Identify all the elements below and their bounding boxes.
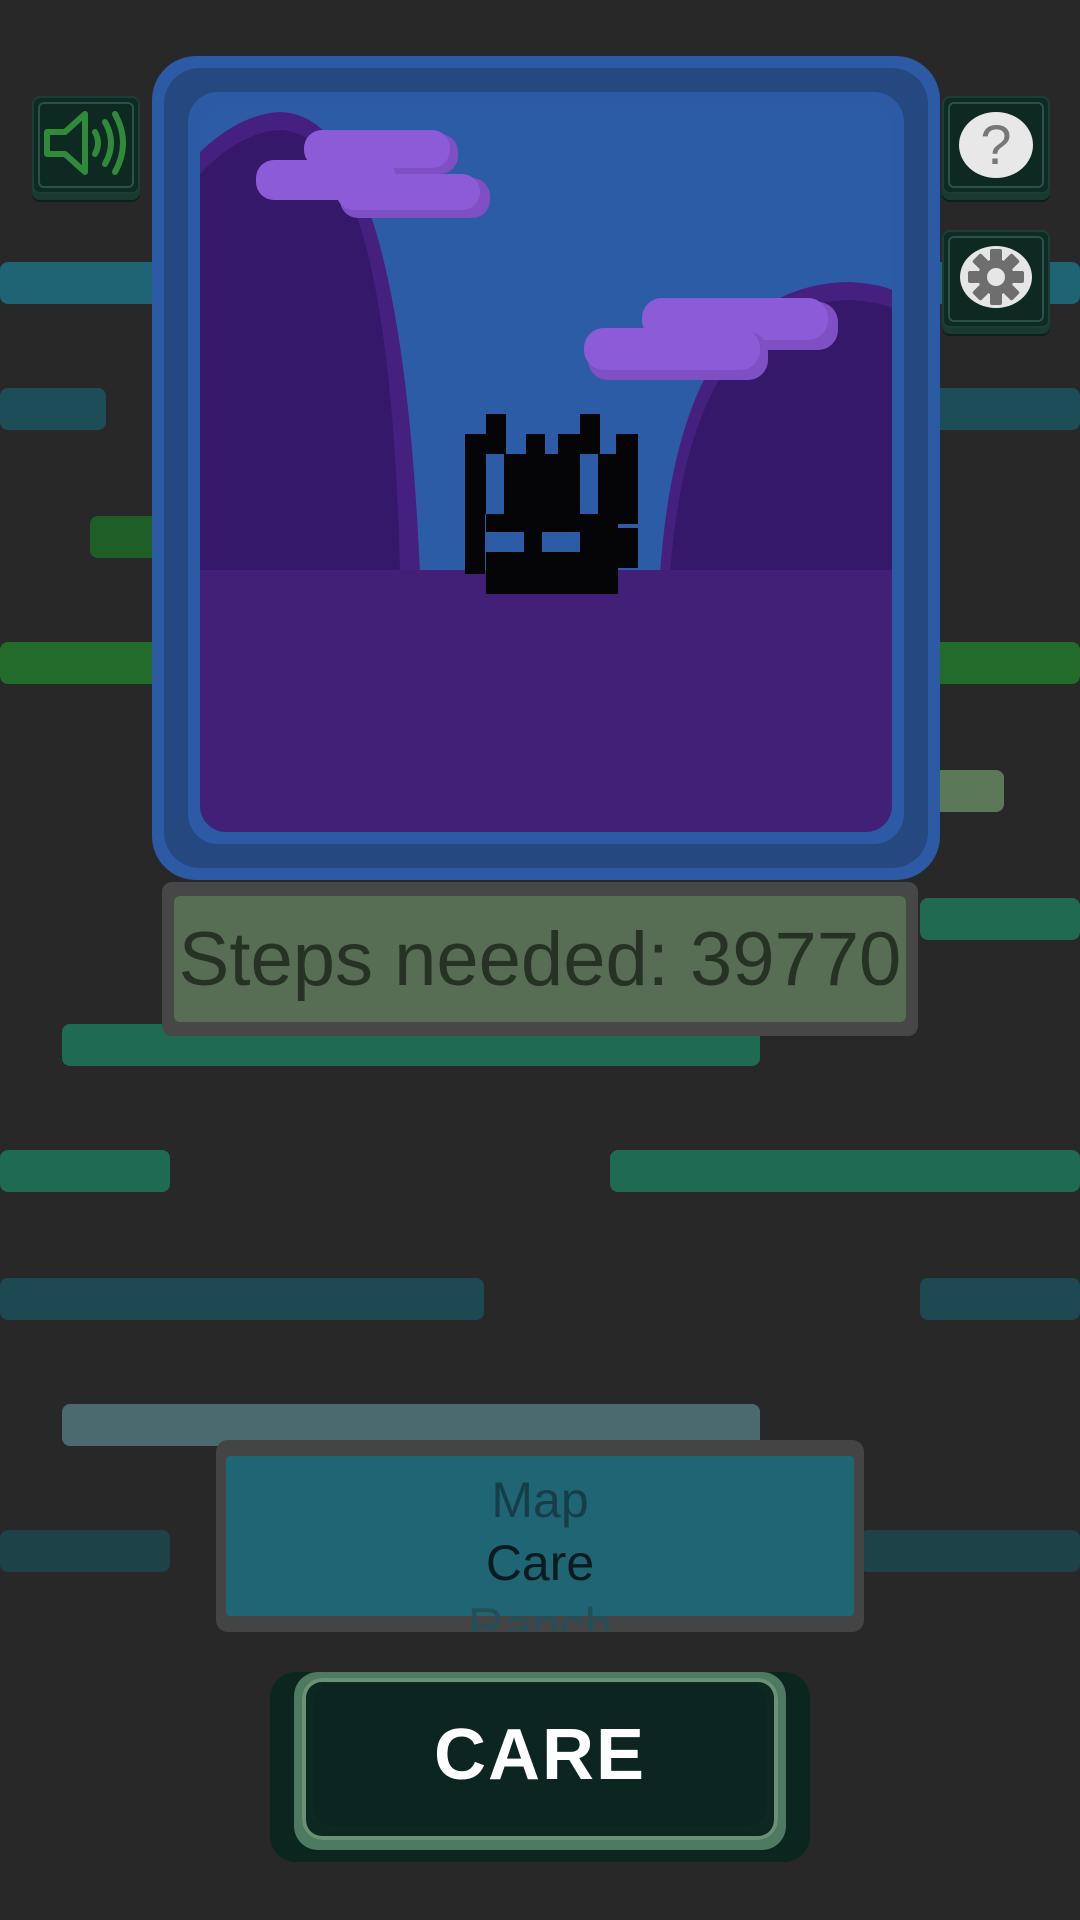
- help-glyph: ?: [980, 113, 1012, 176]
- background-stripe: [0, 1278, 484, 1320]
- care-button-label: CARE: [433, 1715, 646, 1795]
- steps-needed-box: Steps needed: 39770: [162, 882, 918, 1036]
- background-stripe: [0, 1150, 170, 1192]
- scene-illustration: [200, 104, 892, 832]
- scene-view: [200, 104, 892, 832]
- mode-picker[interactable]: Map Care Ranch: [216, 1440, 864, 1632]
- background-stripe: [860, 1530, 1080, 1572]
- background-stripe: [930, 642, 1080, 684]
- sound-button[interactable]: [32, 96, 140, 194]
- steps-needed-label: Steps needed: 39770: [178, 916, 902, 1002]
- sound-button-face: [38, 102, 134, 188]
- scene-frame: [152, 56, 940, 880]
- background-stripe: [920, 898, 1080, 940]
- help-button-face: ?: [948, 102, 1044, 188]
- care-button[interactable]: CARE: [270, 1672, 810, 1862]
- speaker-icon: [41, 108, 131, 183]
- help-icon: ?: [959, 112, 1033, 178]
- ground: [200, 570, 892, 832]
- background-stripe: [920, 1278, 1080, 1320]
- background-stripe: [930, 388, 1080, 430]
- picker-option-ranch[interactable]: Ranch: [216, 1596, 864, 1632]
- settings-button[interactable]: [942, 230, 1050, 328]
- picker-option-care[interactable]: Care: [216, 1533, 864, 1593]
- help-button[interactable]: ?: [942, 96, 1050, 194]
- background-stripe: [610, 1150, 1080, 1192]
- background-stripe: [0, 388, 106, 430]
- background-stripe: [0, 1530, 170, 1572]
- picker-option-map[interactable]: Map: [216, 1470, 864, 1530]
- settings-button-face: [948, 236, 1044, 322]
- gear-icon: [958, 244, 1034, 315]
